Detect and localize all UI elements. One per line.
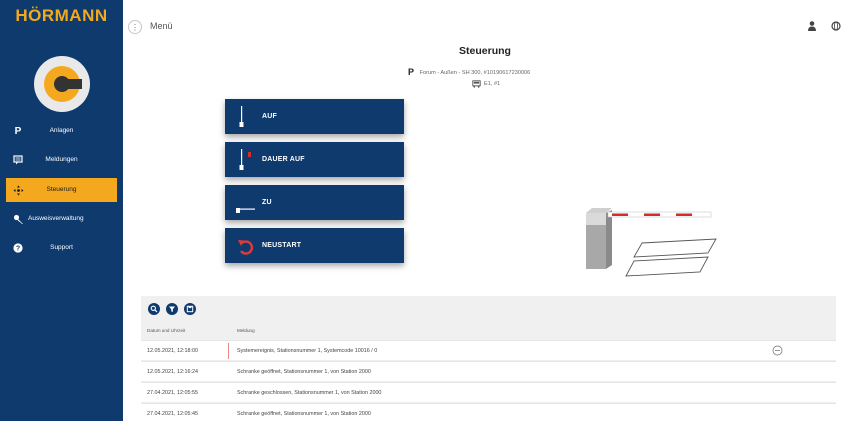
device-text: E1, #1 [484,81,501,87]
barrier-down-icon [236,208,255,213]
column-header-datetime[interactable]: Datum und Uhrzeit [147,328,185,333]
sidebar-item-support[interactable]: ? Support [6,236,117,260]
sidebar-item-label: Support [50,244,73,251]
restart-icon [238,240,254,255]
cell-datetime: 12.05.2021, 12:18:00 [147,348,198,354]
table-row[interactable]: 12.05.2021, 12:18:00 Systemereignis, Sta… [141,340,836,360]
table-row[interactable]: 27.04.2021, 12:05:55 Schranke geschlosse… [141,382,836,402]
sidebar-item-label: Ausweisverwaltung [28,215,84,222]
button-label: DAUER AUF [262,156,305,163]
table-row[interactable]: 27.04.2021, 12:05:45 Schranke geöffnet, … [141,403,836,421]
barrier-permanent-up-icon [239,149,251,170]
key-icon [12,213,24,225]
cell-datetime: 12.05.2021, 12:16:24 [147,369,198,375]
button-label: ZU [262,199,272,206]
column-header-message[interactable]: Meldung [237,328,255,333]
minus-circle-icon[interactable] [772,345,783,356]
cell-message: Schranke geöffnet, Stationsnummer 1, von… [237,411,371,417]
button-label: AUF [262,113,277,120]
sidebar-item-label: Anlagen [49,127,74,134]
cell-message: Schranke geschlossen, Stationsnummer 1, … [237,390,382,396]
device-info: E1, #1 [472,80,500,88]
cell-datetime: 27.04.2021, 12:05:45 [147,411,198,417]
app-root: HÖRMANN P Anlagen Meldungen Steuerung Au… [0,0,841,421]
cell-message: Systemereignis, Stationsnummer 1, System… [237,348,378,354]
table-row[interactable]: 12.05.2021, 12:16:24 Schranke geöffnet, … [141,361,836,381]
log-table-header: Datum und Uhrzeit Meldung [141,320,836,338]
parking-icon: P [408,67,415,77]
barrier-up-icon [239,106,244,127]
row-status-marker [228,343,229,359]
sidebar-item-label: Steuerung [46,186,77,193]
sidebar-item-ausweisverwaltung[interactable]: Ausweisverwaltung [6,207,117,231]
zu-button[interactable]: ZU [225,185,404,220]
location-info: P Forum - Außen - SH 300, #1019061723000… [408,67,530,77]
more-vertical-icon[interactable]: ⋮ [128,20,142,34]
cell-message: Schranke geöffnet, Stationsnummer 1, von… [237,369,371,375]
cell-datetime: 27.04.2021, 12:05:55 [147,390,198,396]
sidebar-item-meldungen[interactable]: Meldungen [6,148,117,172]
page-title: Steuerung [459,45,511,57]
sidebar-item-label: Meldungen [45,156,78,163]
sidebar-item-steuerung[interactable]: Steuerung [6,178,117,202]
auf-button[interactable]: AUF [225,99,404,134]
brand-logo-text: HÖRMANN [15,6,108,25]
sidebar-item-anlagen[interactable]: P Anlagen [6,119,117,143]
location-text: Forum - Außen - SH 300, #10190617230006 [419,70,531,76]
globe-icon[interactable] [831,20,841,32]
export-icon[interactable] [184,303,196,315]
button-label: NEUSTART [262,242,302,249]
barrier-illustration [586,208,717,277]
brand-emblem-icon [34,56,90,112]
filter-icon[interactable] [166,303,178,315]
neustart-button[interactable]: NEUSTART [225,228,404,263]
search-icon[interactable] [148,303,160,315]
sidebar: HÖRMANN P Anlagen Meldungen Steuerung Au… [0,0,123,421]
user-icon[interactable] [807,20,817,32]
dauer-auf-button[interactable]: DAUER AUF [225,142,404,177]
vehicle-icon [472,80,481,88]
menu-label[interactable]: Menü [150,21,173,31]
